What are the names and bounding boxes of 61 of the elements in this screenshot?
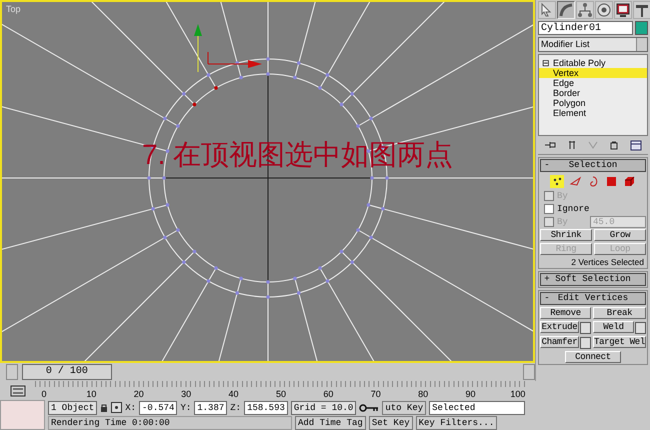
edit-button[interactable]: Break [592, 307, 646, 319]
add-time-tag-button[interactable]: Add Time Tag [295, 416, 366, 430]
arrow-cursor-icon[interactable] [538, 1, 556, 19]
sub-object-item[interactable]: Polygon [539, 98, 647, 108]
settings-button[interactable] [580, 322, 591, 334]
filled-square-icon[interactable] [604, 174, 618, 188]
selection-status: 2 Vertices Selected [570, 257, 645, 267]
edge-triangle-icon[interactable] [568, 174, 582, 188]
dots-icon[interactable] [550, 174, 564, 188]
selection-button[interactable]: Grow [594, 229, 646, 241]
collapse-toggle[interactable]: ⊟ [542, 58, 550, 68]
key-icon[interactable] [359, 402, 380, 412]
edit-button[interactable]: Remove [540, 307, 591, 319]
rollout-header[interactable]: - Selection [540, 159, 646, 172]
set-key-button[interactable]: Set Key [368, 416, 413, 430]
modifier-list-dropdown[interactable]: Modifier List [538, 37, 648, 52]
y-label: Y: [180, 402, 192, 412]
sub-object-item[interactable]: Border [539, 88, 647, 98]
object-name-field[interactable]: Cylinder01 [538, 21, 633, 35]
key-mode-dropdown[interactable]: Selected [429, 400, 526, 414]
cube-icon[interactable] [622, 174, 636, 188]
pin-icon[interactable] [544, 140, 556, 150]
checkbox-label: Ignore [557, 204, 590, 214]
rollout-header[interactable]: - Edit Vertices [540, 292, 646, 305]
checkbox[interactable] [544, 204, 554, 214]
edit-button[interactable]: Extrude [540, 321, 579, 333]
rollout-header[interactable]: + Soft Selection [540, 273, 646, 286]
trash-icon[interactable] [610, 140, 618, 150]
time-config-icon[interactable] [10, 384, 26, 396]
settings-button[interactable] [635, 322, 646, 334]
z-coordinate-field[interactable]: 158.593 [244, 400, 288, 414]
lock-icon[interactable] [100, 402, 108, 412]
stack-item[interactable]: Editable Poly [553, 58, 606, 68]
sub-object-item[interactable]: Element [539, 108, 647, 118]
selection-count: 1 Object [48, 400, 98, 414]
edit-button[interactable]: Chamfer [540, 336, 579, 348]
hammer-icon[interactable] [633, 1, 650, 19]
absolute-mode-icon[interactable] [111, 402, 122, 413]
x-coordinate-field[interactable]: -0.574 [139, 400, 178, 414]
wheel-icon[interactable] [595, 1, 613, 19]
track-bar[interactable]: 0 10 20 30 40 50 60 70 80 90 100 [35, 381, 527, 400]
sub-object-item[interactable]: Vertex [539, 68, 647, 78]
configure-icon[interactable] [630, 140, 642, 150]
selection-button[interactable]: Shrink [540, 229, 592, 241]
edit-button[interactable]: Target Wel [592, 336, 646, 348]
settings-button[interactable] [580, 337, 591, 349]
sub-object-item[interactable]: Edge [539, 78, 647, 88]
time-slider[interactable]: 0 / 100 [22, 364, 112, 380]
end-result-icon[interactable] [568, 140, 576, 150]
y-coordinate-field[interactable]: 1.387 [194, 400, 228, 414]
key-filters-button[interactable]: Key Filters... [416, 416, 498, 430]
z-label: Z: [230, 402, 242, 412]
auto-key-button[interactable]: uto Key [382, 400, 426, 414]
connect-button[interactable]: Connect [565, 351, 621, 363]
grid-size: Grid = 10.0 [290, 400, 356, 414]
edit-button[interactable]: Weld [592, 321, 634, 333]
object-color-swatch[interactable] [635, 21, 648, 35]
x-label: X: [125, 402, 136, 412]
hierarchy-icon[interactable] [576, 1, 594, 19]
bent-pipe-icon[interactable] [557, 1, 575, 19]
monitor-icon[interactable] [614, 1, 632, 19]
